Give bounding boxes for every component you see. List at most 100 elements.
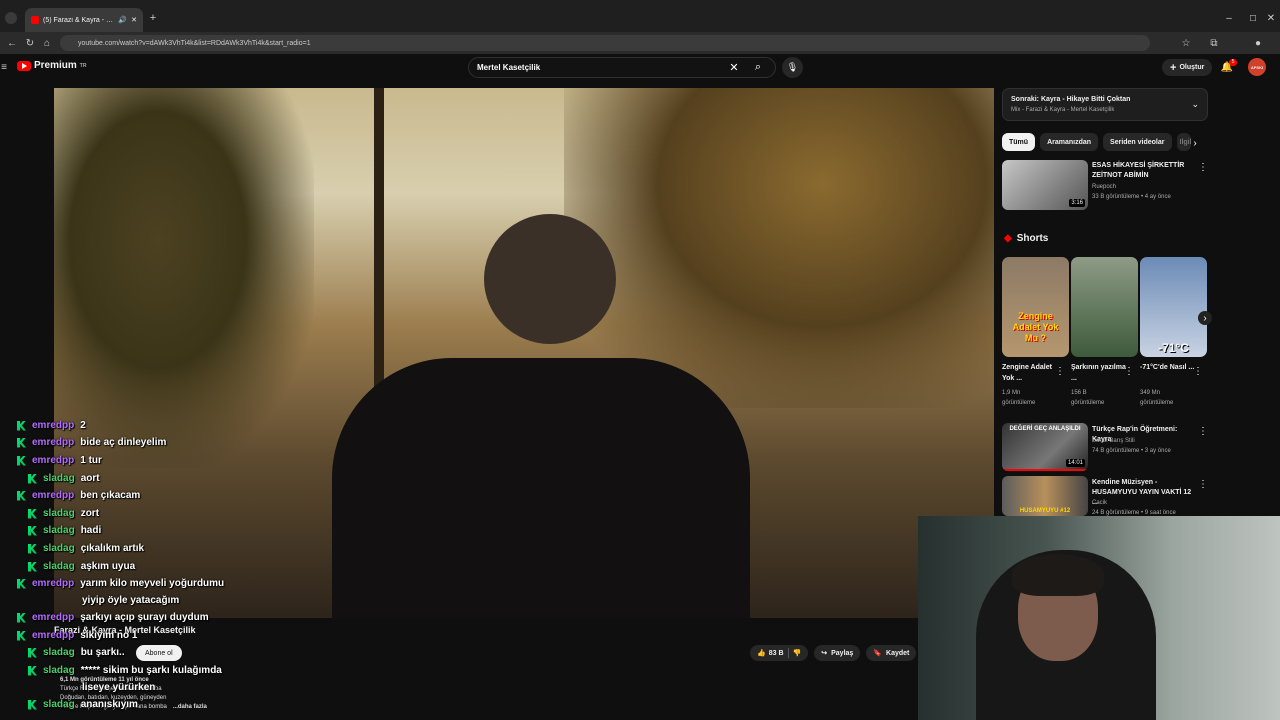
- webcam-overlay: [918, 516, 1280, 720]
- kick-icon: [17, 437, 26, 448]
- share-button[interactable]: ↪ Paylaş: [814, 645, 861, 661]
- short-3-caption: -71°C: [1158, 341, 1189, 355]
- views-line: 6,1 Mn görüntüleme 11 yıl önce: [60, 677, 149, 683]
- video2-stats: 74 B görüntüleme • 3 ay önce: [1092, 448, 1171, 454]
- short-1-thumbnail[interactable]: Zengine Adalet Yok Mu ?: [1002, 257, 1069, 357]
- scene-person-head: [484, 214, 616, 344]
- video1-thumbnail[interactable]: 3:16: [1002, 160, 1088, 210]
- video1-duration: 3:16: [1069, 199, 1085, 207]
- thumbs-up-icon: 👍: [757, 650, 766, 657]
- close-window-icon[interactable]: ✕: [1264, 12, 1278, 24]
- browser-tabbar: [0, 0, 1280, 32]
- short-1-more-icon[interactable]: ⋮: [1055, 365, 1065, 377]
- views-word: görüntüleme: [1140, 400, 1174, 406]
- url-field[interactable]: youtube.com/watch?v=dAWk3VhTi4k&list=RDd…: [60, 35, 1150, 51]
- chip-all[interactable]: Tümü: [1002, 133, 1036, 151]
- views-word: görüntüleme: [1002, 400, 1036, 406]
- desc-line: Türkçe Rap'in gelişen efsanesi bomba: [60, 686, 162, 692]
- short-1-caption: Zengine Adalet Yok Mu ?: [1012, 311, 1059, 343]
- chevron-right-icon[interactable]: ›: [1188, 136, 1202, 150]
- minimize-icon[interactable]: –: [1222, 12, 1236, 24]
- scene-person-body: [332, 358, 750, 618]
- video3-channel[interactable]: Cacik: [1092, 498, 1107, 508]
- search-icon[interactable]: ⌕: [751, 60, 765, 74]
- home-icon[interactable]: ⌂: [41, 36, 53, 50]
- video1-channel[interactable]: Ruepoch: [1092, 182, 1116, 192]
- more-vert-icon[interactable]: ⋮: [1198, 478, 1208, 490]
- up-next-panel[interactable]: Sonraki: Kayra - Hikaye Bitti Çoktan Mix…: [1002, 88, 1208, 121]
- chevron-down-icon[interactable]: ⌄: [1191, 99, 1199, 110]
- more-vert-icon[interactable]: ⋮: [1198, 161, 1208, 173]
- short-1-views: 1,9 Mn görüntüleme: [1002, 388, 1035, 408]
- microphone-icon[interactable]: 🎙: [782, 57, 803, 78]
- hamburger-menu-icon[interactable]: ≡: [0, 61, 8, 73]
- video3-thumbnail[interactable]: HUSAMYUYU #12: [1002, 476, 1088, 516]
- views-count: 1,9 Mn: [1002, 390, 1021, 396]
- short-3-views: 349 Mn görüntüleme: [1140, 388, 1173, 408]
- video2-channel[interactable]: Burak Barış Stili: [1092, 436, 1135, 446]
- shorts-next-icon[interactable]: ›: [1198, 311, 1212, 325]
- short-2-title[interactable]: Şarkının yazılma ...: [1071, 362, 1127, 384]
- like-button[interactable]: 👍 83 B: [757, 649, 784, 658]
- kick-icon: [28, 473, 37, 484]
- shorts-title: Shorts: [1016, 233, 1049, 244]
- video2-duration: 14:01: [1065, 459, 1085, 467]
- new-tab-icon[interactable]: +: [147, 12, 159, 24]
- chip-from-search[interactable]: Aramanızdan: [1040, 133, 1099, 151]
- kick-icon: [28, 525, 37, 536]
- maximize-icon[interactable]: ☐: [1246, 12, 1260, 24]
- logo-badge: TR: [79, 62, 87, 69]
- chip-series[interactable]: Seriden videolar: [1103, 133, 1172, 151]
- short-2-views: 156 B görüntüleme: [1071, 388, 1104, 408]
- logo-text: Premium: [34, 60, 77, 71]
- video1-title[interactable]: ESAS HİKAYESİ ŞİRKETTİR ZEİTNOT ABİMİN: [1092, 161, 1187, 181]
- tab-title: (5) Farazi & Kayra - Mertel...: [43, 16, 114, 24]
- thumbs-down-icon[interactable]: 👎: [793, 649, 802, 657]
- more-link[interactable]: ...daha fazla: [173, 703, 207, 712]
- divider: [787, 648, 789, 658]
- browser-menu-icon[interactable]: [5, 12, 17, 24]
- video-player[interactable]: [54, 88, 994, 618]
- video2-progress: [1002, 469, 1088, 471]
- short-3-more-icon[interactable]: ⋮: [1193, 365, 1203, 377]
- search-query: Mertel Kasetçilik: [477, 63, 541, 72]
- video3-title[interactable]: Kendine Müzisyen - HUSAMYUYU YAYIN VAKTİ…: [1092, 478, 1197, 508]
- profile-icon[interactable]: ●: [1252, 36, 1264, 50]
- youtube-logo[interactable]: Premium TR: [17, 60, 86, 71]
- share-icon: ↪: [821, 650, 828, 657]
- extensions-icon[interactable]: ⧉: [1208, 36, 1220, 50]
- back-icon[interactable]: ←: [6, 36, 18, 50]
- tab-close-icon[interactable]: ✕: [131, 16, 137, 24]
- short-3-title[interactable]: -71°C'de Nasıl ...: [1140, 362, 1196, 373]
- description-box[interactable]: 6,1 Mn görüntüleme 11 yıl önce Türkçe Ra…: [60, 676, 207, 712]
- more-vert-icon[interactable]: ⋮: [1198, 425, 1208, 437]
- audio-icon[interactable]: 🔊: [118, 16, 127, 24]
- short-3-thumbnail[interactable]: -71°C: [1140, 257, 1207, 357]
- video2-thumb-text: DEĞERİ GEÇ ANLAŞILDI: [1009, 426, 1081, 432]
- subscribe-button[interactable]: Abone ol: [136, 645, 182, 661]
- reload-icon[interactable]: ↻: [24, 36, 36, 50]
- create-button[interactable]: + Oluştur: [1162, 59, 1213, 76]
- video-actions: 👍 83 B 👎 ↪ Paylaş 🔖 Kaydet: [750, 645, 917, 661]
- browser-tab[interactable]: (5) Farazi & Kayra - Mertel... 🔊 ✕: [25, 8, 143, 32]
- desc-last-row: Türkçe Rap'e el geliyor işte kana bomba.…: [60, 703, 207, 712]
- short-1-title[interactable]: Zengine Adalet Yok ...: [1002, 362, 1058, 384]
- bookmark-icon: 🔖: [873, 650, 883, 657]
- account-avatar[interactable]: APSKI: [1248, 58, 1266, 76]
- youtube-favicon-icon: [31, 16, 39, 24]
- bookmark-star-icon[interactable]: ☆: [1180, 36, 1192, 50]
- webcam-hair: [1012, 554, 1104, 596]
- save-button[interactable]: 🔖 Kaydet: [866, 645, 917, 661]
- shorts-heading: ◆ Shorts: [1004, 233, 1048, 244]
- avatar-text: APSKI: [1250, 64, 1264, 70]
- kick-icon: [17, 578, 26, 589]
- short-2-thumbnail[interactable]: [1071, 257, 1138, 357]
- clear-search-icon[interactable]: ✕: [727, 60, 741, 74]
- video2-thumbnail[interactable]: DEĞERİ GEÇ ANLAŞILDI 14:01: [1002, 423, 1088, 471]
- save-label: Kaydet: [886, 649, 910, 657]
- subscribe-label: Abone ol: [145, 649, 173, 657]
- desc-line: Türkçe Rap'e el geliyor işte kana bomba: [60, 704, 167, 710]
- short-2-more-icon[interactable]: ⋮: [1124, 365, 1134, 377]
- up-next-title: Sonraki: Kayra - Hikaye Bitti Çoktan: [1011, 96, 1131, 103]
- screen: (5) Farazi & Kayra - Mertel... 🔊 ✕ + – ☐…: [0, 0, 1280, 720]
